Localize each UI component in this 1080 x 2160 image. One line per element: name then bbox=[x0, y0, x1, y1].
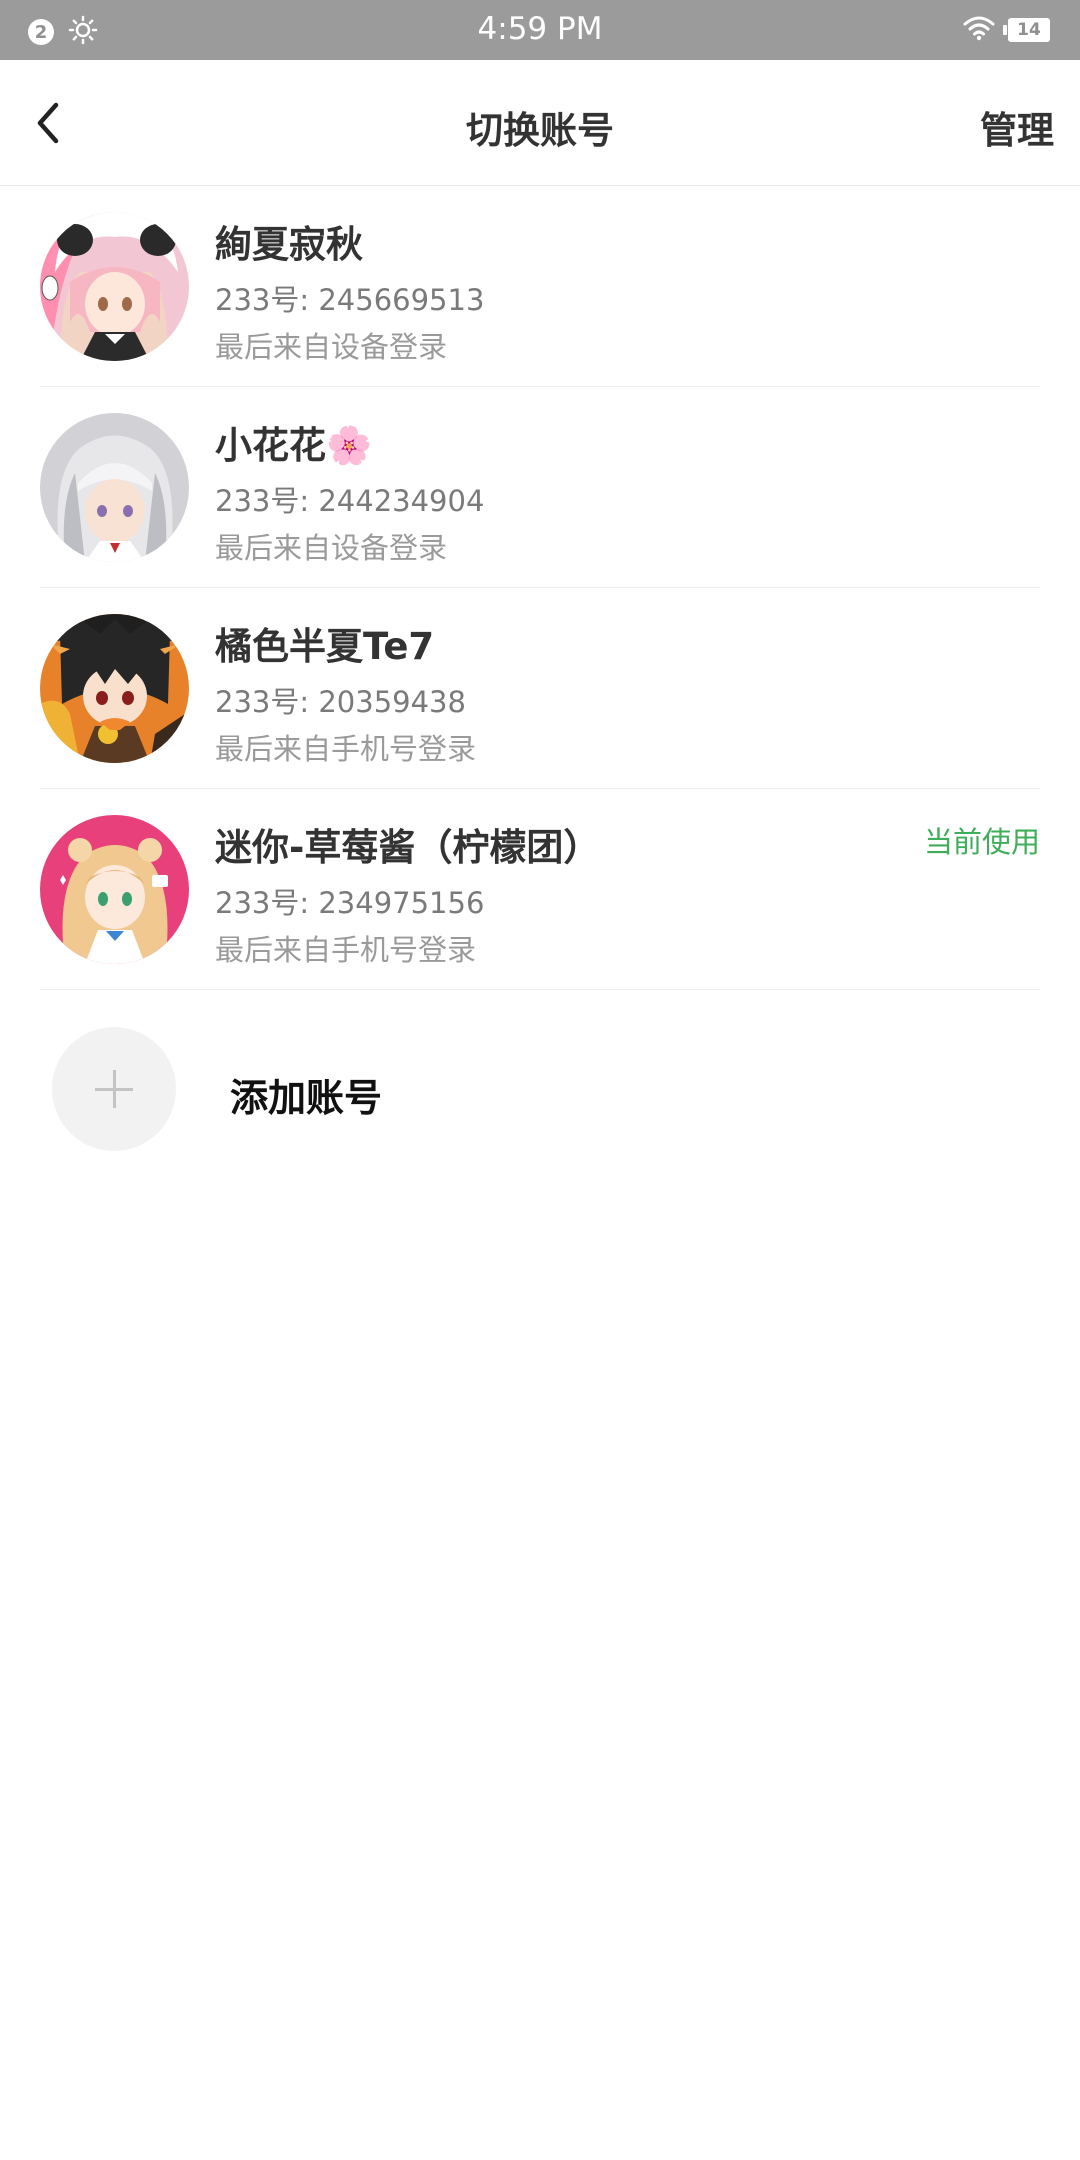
account-id: 233号: 234975156 bbox=[215, 886, 485, 920]
add-account-button[interactable]: 添加账号 bbox=[0, 1010, 1080, 1160]
account-id: 233号: 244234904 bbox=[215, 484, 485, 518]
avatar bbox=[40, 212, 189, 361]
avatar bbox=[40, 413, 189, 562]
battery-icon: 14 bbox=[1003, 18, 1050, 42]
account-list: 絢夏寂秋 233号: 245669513 最后来自设备登录 小花花🌸 233号:… bbox=[0, 186, 1080, 990]
account-name: 小花花🌸 bbox=[215, 424, 373, 467]
status-right: 14 bbox=[962, 15, 1050, 45]
account-id: 233号: 245669513 bbox=[215, 283, 485, 317]
account-item[interactable]: 絢夏寂秋 233号: 245669513 最后来自设备登录 bbox=[40, 186, 1040, 387]
account-name: 迷你-草莓酱（柠檬团） bbox=[215, 826, 601, 869]
add-account-label: 添加账号 bbox=[230, 1076, 383, 1120]
current-account-badge: 当前使用 bbox=[923, 825, 1040, 859]
account-item[interactable]: 迷你-草莓酱（柠檬团） 233号: 234975156 最后来自手机号登录 当前… bbox=[40, 789, 1040, 990]
account-name: 絢夏寂秋 bbox=[215, 223, 363, 266]
account-name: 橘色半夏Te7 bbox=[215, 625, 435, 668]
account-login-source: 最后来自设备登录 bbox=[215, 531, 448, 565]
page-title: 切换账号 bbox=[466, 109, 614, 152]
header-bar: 切换账号 管理 bbox=[0, 60, 1080, 186]
plus-icon bbox=[52, 1027, 176, 1151]
account-login-source: 最后来自手机号登录 bbox=[215, 732, 477, 766]
account-login-source: 最后来自设备登录 bbox=[215, 330, 448, 364]
wifi-icon bbox=[962, 15, 996, 45]
avatar bbox=[40, 815, 189, 964]
avatar bbox=[40, 614, 189, 763]
manage-button[interactable]: 管理 bbox=[980, 100, 1054, 154]
account-id: 233号: 20359438 bbox=[215, 685, 466, 719]
status-time: 4:59 PM bbox=[477, 11, 603, 47]
account-item[interactable]: 橘色半夏Te7 233号: 20359438 最后来自手机号登录 bbox=[40, 588, 1040, 789]
account-item[interactable]: 小花花🌸 233号: 244234904 最后来自设备登录 bbox=[40, 387, 1040, 588]
account-login-source: 最后来自手机号登录 bbox=[215, 933, 477, 967]
status-bar: 2 4:59 PM 14 bbox=[0, 0, 1080, 60]
